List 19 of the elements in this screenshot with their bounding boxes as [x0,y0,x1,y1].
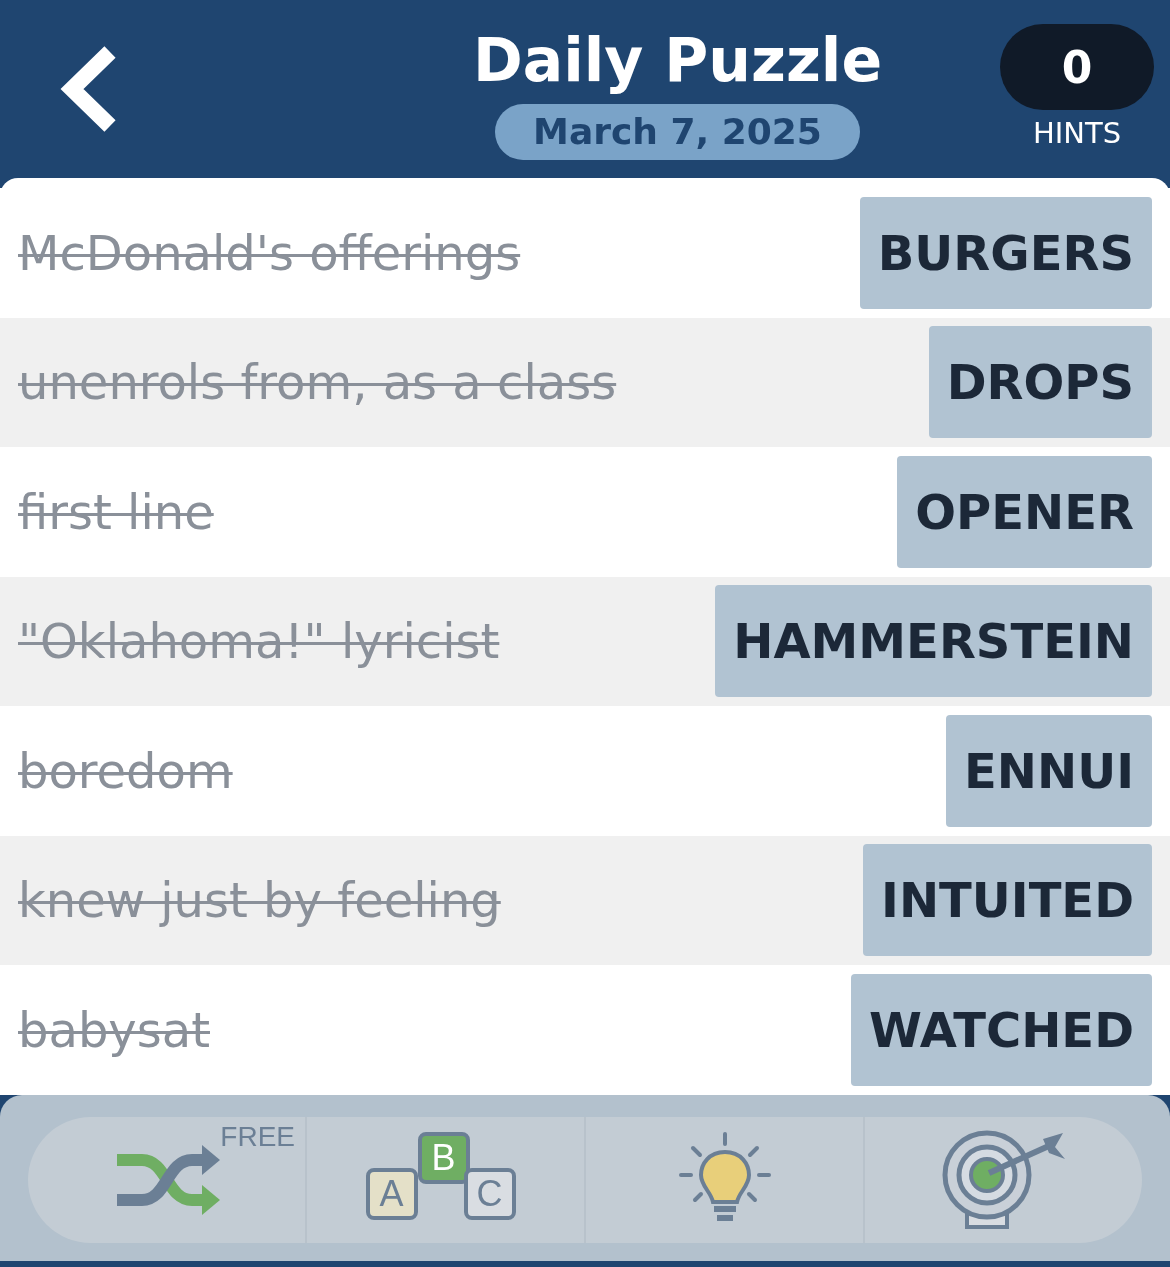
answer-button[interactable]: OPENER [897,455,1152,568]
page-title: Daily Puzzle [472,24,883,97]
clue-text: boredom [18,742,233,799]
clue-text: unenrols from, as a class [18,354,617,411]
clue-text: first line [18,483,214,540]
clue-text: McDonald's offerings [18,224,521,281]
clue-text: knew just by feeling [18,872,501,929]
answer-button[interactable]: WATCHED [851,973,1152,1086]
answer-button[interactable]: BURGERS [859,196,1152,309]
date-pill: March 7, 2025 [495,104,860,160]
hints-counter[interactable]: 0 [1000,24,1154,110]
answer-button[interactable]: INTUITED [863,844,1152,957]
clue-text: babysat [18,1001,210,1058]
answer-button[interactable]: ENNUI [946,714,1152,827]
clue-text: "Oklahoma!" lyricist [18,613,500,670]
answer-button[interactable]: DROPS [928,326,1152,439]
hints-label: HINTS [1032,116,1122,150]
free-label: FREE [220,1120,295,1153]
answer-button[interactable]: HAMMERSTEIN [715,585,1152,698]
